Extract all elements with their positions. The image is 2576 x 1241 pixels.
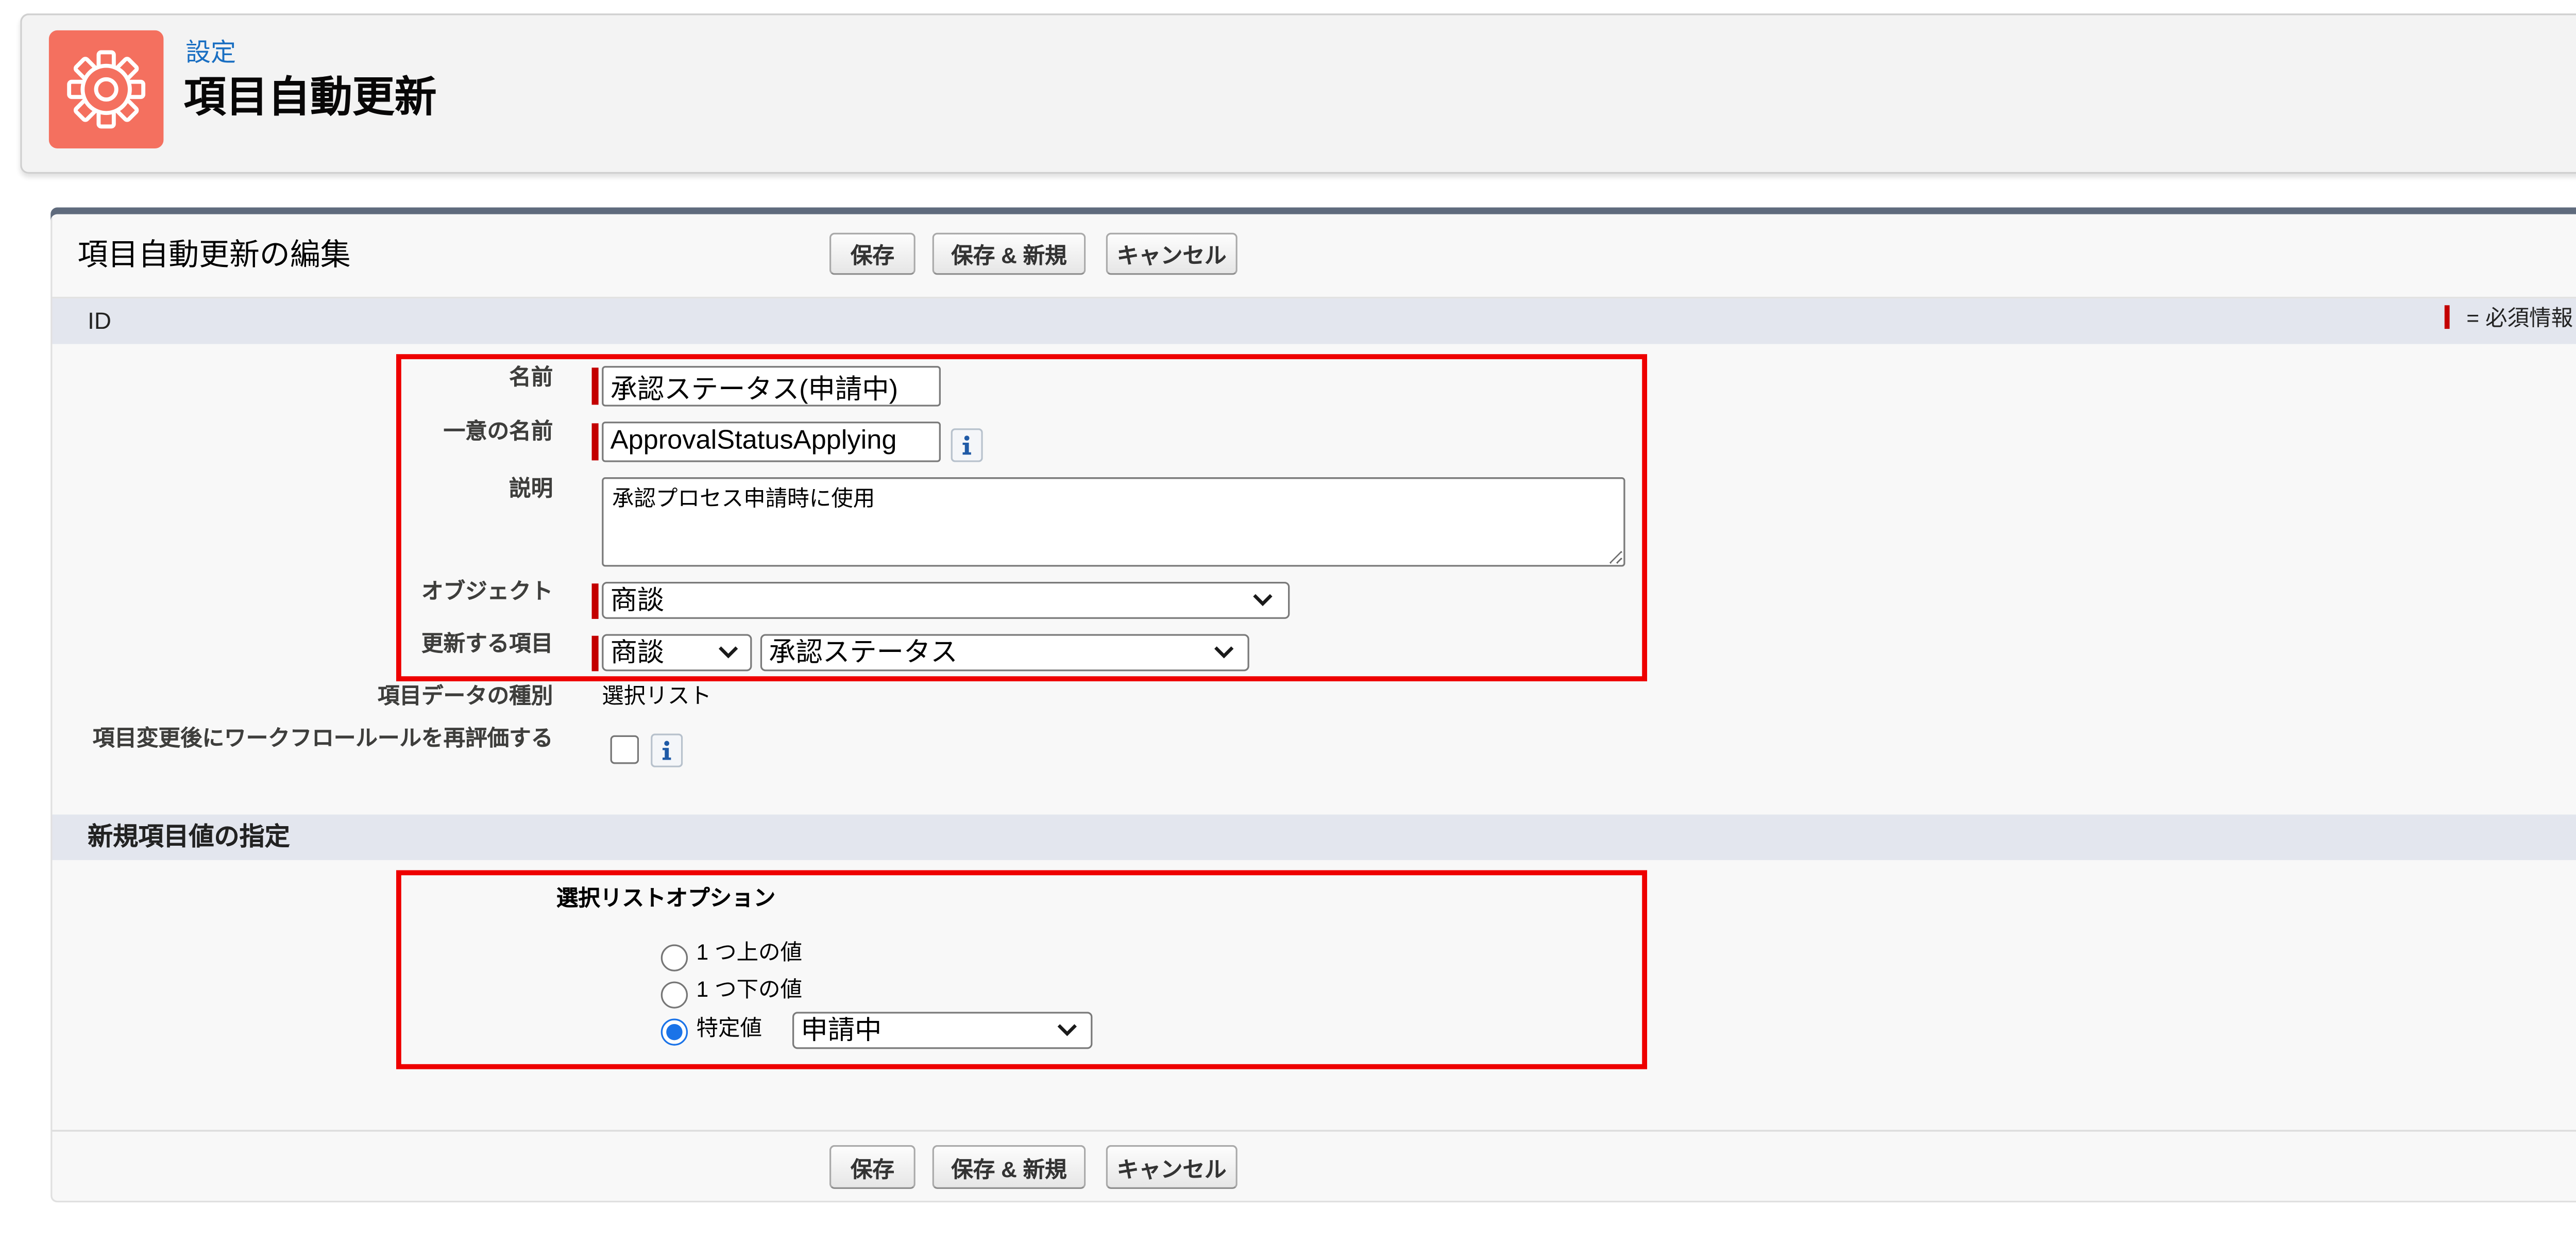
object-required-marker bbox=[591, 583, 599, 619]
radio-specific-value[interactable] bbox=[660, 1018, 688, 1046]
cancel-button[interactable]: キャンセル bbox=[1106, 232, 1238, 275]
setup-page: 設定 項目自動更新 項目自動更新の編集 保存 保存 & 新規 キャンセル ID … bbox=[0, 0, 2576, 1241]
unique-name-required-marker bbox=[591, 423, 599, 461]
reevaluate-checkbox[interactable] bbox=[610, 735, 639, 764]
radio-next-value[interactable] bbox=[660, 944, 688, 971]
object-label: オブジェクト bbox=[421, 578, 553, 604]
description-textarea[interactable]: 承認プロセス申請時に使用 bbox=[602, 477, 1625, 567]
specific-value-select-wrapper: 申請中 bbox=[792, 1012, 1093, 1049]
field-to-update-required-marker bbox=[591, 635, 599, 672]
section-title-new-value: 新規項目値の指定 bbox=[88, 823, 290, 852]
update-object-select[interactable]: 商談 bbox=[602, 634, 752, 672]
radio-next-value-label[interactable]: 1 つ上の値 bbox=[696, 940, 802, 966]
unique-name-label: 一意の名前 bbox=[443, 418, 553, 444]
save-button-bottom[interactable]: 保存 bbox=[829, 1145, 916, 1189]
reevaluate-label: 項目変更後にワークフロールールを再評価する bbox=[92, 725, 553, 751]
button-row-divider bbox=[52, 1130, 2576, 1132]
setup-icon-tile bbox=[48, 30, 164, 148]
info-icon[interactable] bbox=[951, 428, 983, 462]
breadcrumb-setup-link[interactable]: 設定 bbox=[185, 39, 236, 69]
data-type-value: 選択リスト bbox=[602, 683, 711, 709]
picklist-options-label: 選択リストオプション bbox=[556, 885, 776, 911]
update-field-select-wrapper: 承認ステータス bbox=[760, 634, 1249, 672]
edit-panel: 項目自動更新の編集 保存 保存 & 新規 キャンセル ID = 必須情報 名前 … bbox=[50, 207, 2576, 1203]
unique-name-input[interactable] bbox=[602, 422, 941, 462]
section-header-new-value: 新規項目値の指定 bbox=[52, 814, 2576, 860]
name-input[interactable] bbox=[602, 366, 941, 407]
description-label: 説明 bbox=[509, 475, 553, 501]
update-object-select-wrapper: 商談 bbox=[602, 634, 752, 672]
radio-specific-value-label[interactable]: 特定値 bbox=[696, 1015, 762, 1042]
section-header-id: ID bbox=[52, 298, 2576, 344]
section-title-id: ID bbox=[88, 307, 111, 334]
object-select[interactable]: 商談 bbox=[602, 581, 1290, 619]
panel-title: 項目自動更新の編集 bbox=[77, 238, 351, 272]
required-legend-marker bbox=[2444, 305, 2450, 329]
data-type-label: 項目データの種別 bbox=[377, 683, 553, 709]
name-required-marker bbox=[591, 367, 599, 405]
cancel-button-bottom[interactable]: キャンセル bbox=[1106, 1145, 1238, 1189]
name-label: 名前 bbox=[509, 364, 553, 390]
panel-header-row bbox=[52, 214, 2576, 299]
update-field-select[interactable]: 承認ステータス bbox=[760, 634, 1249, 672]
save-and-new-button[interactable]: 保存 & 新規 bbox=[932, 232, 1086, 275]
save-button[interactable]: 保存 bbox=[829, 232, 916, 275]
specific-value-select[interactable]: 申請中 bbox=[792, 1012, 1093, 1049]
object-select-wrapper: 商談 bbox=[602, 581, 1290, 619]
info-icon[interactable] bbox=[651, 733, 683, 767]
gear-icon bbox=[67, 50, 146, 129]
required-legend-text: = 必須情報 bbox=[2466, 305, 2573, 331]
save-and-new-button-bottom[interactable]: 保存 & 新規 bbox=[932, 1145, 1086, 1189]
radio-previous-value[interactable] bbox=[660, 981, 688, 1009]
page-title: 項目自動更新 bbox=[183, 74, 437, 122]
page-header: 設定 項目自動更新 bbox=[20, 13, 2576, 174]
radio-previous-value-label[interactable]: 1 つ下の値 bbox=[696, 977, 802, 1003]
field-to-update-label: 更新する項目 bbox=[421, 630, 553, 656]
